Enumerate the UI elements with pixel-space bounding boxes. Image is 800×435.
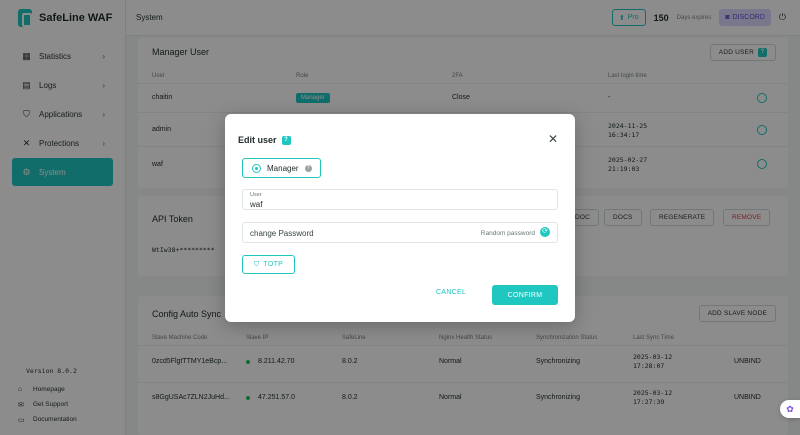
password-placeholder: change Password	[250, 229, 314, 238]
username-field-value: waf	[250, 200, 263, 209]
shield-icon: ⛉	[253, 260, 260, 268]
role-option-manager[interactable]: Manager ?	[242, 158, 321, 178]
role-option-label: Manager	[267, 163, 299, 173]
floating-assistant-icon[interactable]: ✿	[780, 400, 800, 418]
username-field[interactable]: User waf	[242, 189, 558, 210]
totp-label: TOTP	[263, 261, 284, 268]
totp-button[interactable]: ⛉ TOTP	[242, 255, 295, 274]
question-icon[interactable]: ?	[304, 164, 312, 172]
random-password-label[interactable]: Random password	[481, 230, 535, 237]
username-field-label: User	[250, 192, 262, 198]
radio-selected-icon[interactable]	[252, 163, 261, 173]
confirm-label: CONFIRM	[507, 291, 543, 299]
edit-user-dialog: Edit user ? ✕ Manager ? User waf change …	[225, 114, 575, 322]
dialog-title-text: Edit user	[238, 135, 277, 145]
cancel-button[interactable]: CANCEL	[436, 289, 466, 296]
random-password-icon[interactable]: ⟳	[540, 227, 550, 237]
close-icon[interactable]: ✕	[548, 133, 558, 145]
confirm-button[interactable]: CONFIRM	[492, 285, 558, 305]
dialog-title: Edit user ?	[238, 135, 291, 145]
help-icon[interactable]: ?	[281, 135, 291, 145]
password-field[interactable]: change Password Random password ⟳	[242, 222, 558, 243]
